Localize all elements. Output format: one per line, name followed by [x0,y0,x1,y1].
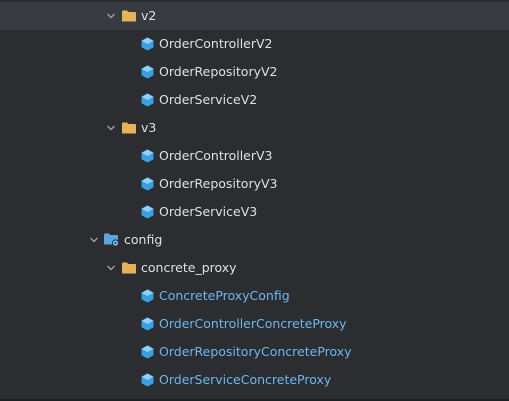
class-icon [139,148,155,164]
tree-item-order-repository-concrete-proxy[interactable]: OrderRepositoryConcreteProxy [0,338,509,366]
folder-icon [121,260,137,276]
chevron-down-icon[interactable] [105,10,117,22]
project-tree: v2 OrderControllerV2 OrderRepositoryV2 O… [0,0,509,401]
chevron-down-icon[interactable] [105,122,117,134]
class-icon [139,176,155,192]
tree-item-label: OrderControllerConcreteProxy [159,316,347,331]
class-icon [139,204,155,220]
tree-item-label: OrderControllerV2 [159,36,273,51]
tree-item-label: OrderRepositoryV2 [159,64,278,79]
tree-item-order-service-concrete-proxy[interactable]: OrderServiceConcreteProxy [0,366,509,394]
class-icon [139,288,155,304]
tree-item-label: OrderServiceV2 [159,92,258,107]
tree-item-label: OrderRepositoryConcreteProxy [159,344,352,359]
tree-item-order-repository-v2[interactable]: OrderRepositoryV2 [0,58,509,86]
tree-item-order-controller-concrete-proxy[interactable]: OrderControllerConcreteProxy [0,310,509,338]
chevron-down-icon[interactable] [105,262,117,274]
tree-item-label: ConcreteProxyConfig [159,288,290,303]
tree-item-label: v3 [141,120,157,135]
tree-item-label: v2 [141,8,157,23]
class-icon [139,316,155,332]
tree-item-order-service-v2[interactable]: OrderServiceV2 [0,86,509,114]
chevron-down-icon[interactable] [88,234,100,246]
tree-item-label: OrderServiceV3 [159,204,258,219]
tree-folder-v2[interactable]: v2 [0,2,509,30]
class-icon [139,372,155,388]
class-icon [139,92,155,108]
folder-icon [121,120,137,136]
config-package-icon [104,232,120,248]
class-icon [139,344,155,360]
tree-item-order-controller-v3[interactable]: OrderControllerV3 [0,142,509,170]
tree-folder-concrete-proxy[interactable]: concrete_proxy [0,254,509,282]
class-icon [139,64,155,80]
tree-item-order-controller-v2[interactable]: OrderControllerV2 [0,30,509,58]
tree-item-label: concrete_proxy [141,260,237,275]
tree-item-label: config [124,232,163,247]
tree-item-label: OrderControllerV3 [159,148,273,163]
tree-item-label: OrderRepositoryV3 [159,176,278,191]
tree-folder-config[interactable]: config [0,226,509,254]
tree-item-order-service-v3[interactable]: OrderServiceV3 [0,198,509,226]
tree-item-label: OrderServiceConcreteProxy [159,372,332,387]
folder-icon [121,8,137,24]
tree-item-order-repository-v3[interactable]: OrderRepositoryV3 [0,170,509,198]
tree-folder-v3[interactable]: v3 [0,114,509,142]
class-icon [139,36,155,52]
tree-item-concrete-proxy-config[interactable]: ConcreteProxyConfig [0,282,509,310]
